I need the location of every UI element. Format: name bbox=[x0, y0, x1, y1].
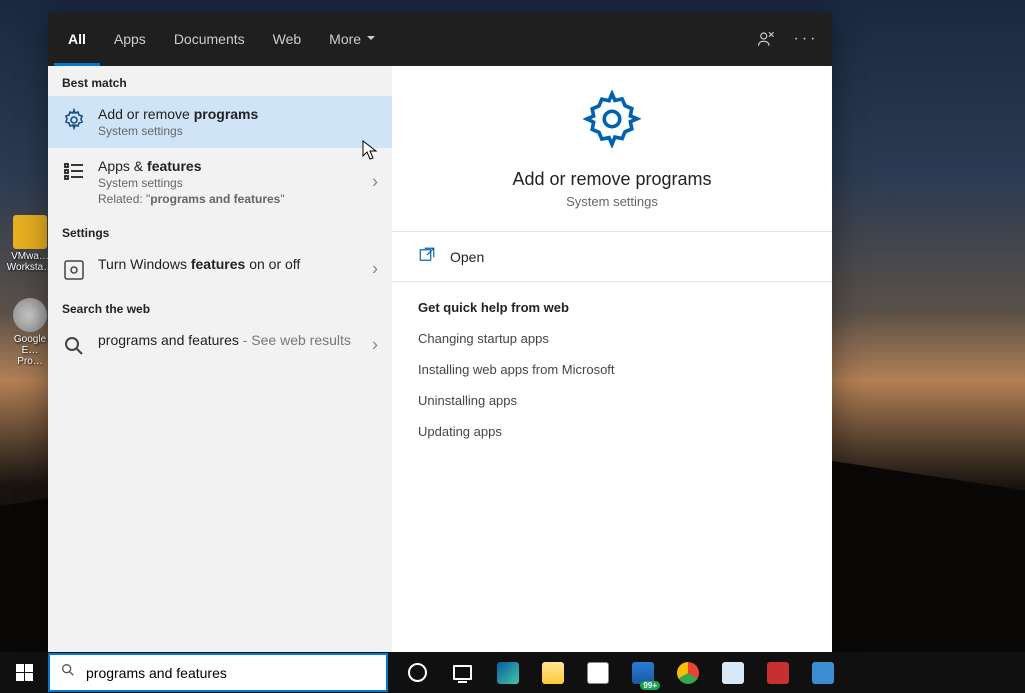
tab-documents[interactable]: Documents bbox=[160, 12, 259, 66]
taskbar-app-mail[interactable]: 99+ bbox=[621, 652, 664, 693]
cortana-button[interactable] bbox=[396, 652, 439, 693]
tab-apps[interactable]: Apps bbox=[100, 12, 160, 66]
section-settings: Settings bbox=[48, 216, 392, 246]
circle-icon bbox=[408, 663, 427, 682]
start-button[interactable] bbox=[0, 652, 48, 693]
gear-icon bbox=[62, 108, 86, 132]
help-link-updating[interactable]: Updating apps bbox=[418, 416, 806, 447]
taskbar-app-edge[interactable] bbox=[486, 652, 529, 693]
app-icon bbox=[812, 662, 834, 684]
result-apps-features[interactable]: Apps & features System settings Related:… bbox=[48, 148, 392, 216]
help-link-web-apps[interactable]: Installing web apps from Microsoft bbox=[418, 354, 806, 385]
quick-help-title: Get quick help from web bbox=[418, 292, 806, 323]
search-icon bbox=[60, 662, 76, 683]
search-results-list: Best match Add or remove programs System… bbox=[48, 66, 392, 652]
options-icon[interactable]: ··· bbox=[786, 12, 826, 66]
store-icon bbox=[587, 662, 609, 684]
preview-title: Add or remove programs bbox=[512, 169, 711, 190]
gear-icon bbox=[583, 90, 641, 153]
folder-icon bbox=[542, 662, 564, 684]
apps-list-icon bbox=[62, 160, 86, 184]
result-related: Related: "programs and features" bbox=[98, 192, 378, 206]
taskbar-app-generic2[interactable] bbox=[801, 652, 844, 693]
taskbar-search-box[interactable] bbox=[48, 653, 388, 692]
result-title: Add or remove programs bbox=[98, 106, 378, 122]
settings-box-icon bbox=[62, 258, 86, 282]
taskbar-app-chrome[interactable] bbox=[666, 652, 709, 693]
taskbar: 99+ bbox=[0, 652, 1025, 693]
result-subtitle: System settings bbox=[98, 176, 378, 190]
taskbar-app-store[interactable] bbox=[576, 652, 619, 693]
search-filter-tabs: All Apps Documents Web More ··· bbox=[48, 12, 832, 66]
notification-badge: 99+ bbox=[640, 681, 660, 690]
taskbar-app-generic1[interactable] bbox=[756, 652, 799, 693]
open-action[interactable]: Open bbox=[392, 232, 832, 281]
feedback-icon[interactable] bbox=[746, 12, 786, 66]
search-preview-pane: Add or remove programs System settings O… bbox=[392, 66, 832, 652]
section-best-match: Best match bbox=[48, 66, 392, 96]
windows-logo-icon bbox=[16, 664, 33, 681]
chevron-right-icon bbox=[372, 259, 378, 280]
open-icon bbox=[418, 246, 436, 267]
chevron-right-icon bbox=[372, 172, 378, 193]
tab-more[interactable]: More bbox=[315, 12, 389, 66]
desktop-icons-column: VMwa… Worksta… Google E… Pro… bbox=[10, 215, 50, 367]
app-icon bbox=[767, 662, 789, 684]
tab-web[interactable]: Web bbox=[259, 12, 316, 66]
result-turn-windows-features[interactable]: Turn Windows features on or off bbox=[48, 246, 392, 292]
desktop-icon-vmware[interactable]: VMwa… Worksta… bbox=[10, 215, 50, 273]
open-label: Open bbox=[450, 249, 484, 265]
edge-icon bbox=[497, 662, 519, 684]
preview-subtitle: System settings bbox=[566, 194, 658, 209]
result-web-search[interactable]: programs and features - See web results bbox=[48, 322, 392, 368]
tab-all[interactable]: All bbox=[54, 12, 100, 66]
taskview-icon bbox=[453, 665, 472, 680]
result-add-remove-programs[interactable]: Add or remove programs System settings bbox=[48, 96, 392, 148]
help-link-uninstall[interactable]: Uninstalling apps bbox=[418, 385, 806, 416]
result-title: Apps & features bbox=[98, 158, 378, 174]
desktop-icon-google-earth[interactable]: Google E… Pro… bbox=[10, 298, 50, 367]
search-input[interactable] bbox=[86, 665, 376, 681]
result-title: programs and features - See web results bbox=[98, 332, 378, 348]
chrome-icon bbox=[677, 662, 699, 684]
start-search-panel: All Apps Documents Web More ··· Best mat… bbox=[48, 12, 832, 652]
result-subtitle: System settings bbox=[98, 124, 378, 138]
taskbar-app-notepad[interactable] bbox=[711, 652, 754, 693]
section-search-web: Search the web bbox=[48, 292, 392, 322]
result-title: Turn Windows features on or off bbox=[98, 256, 378, 272]
help-link-startup-apps[interactable]: Changing startup apps bbox=[418, 323, 806, 354]
task-view-button[interactable] bbox=[441, 652, 484, 693]
taskbar-app-explorer[interactable] bbox=[531, 652, 574, 693]
search-icon bbox=[62, 334, 86, 358]
chevron-right-icon bbox=[372, 335, 378, 356]
notepad-icon bbox=[722, 662, 744, 684]
